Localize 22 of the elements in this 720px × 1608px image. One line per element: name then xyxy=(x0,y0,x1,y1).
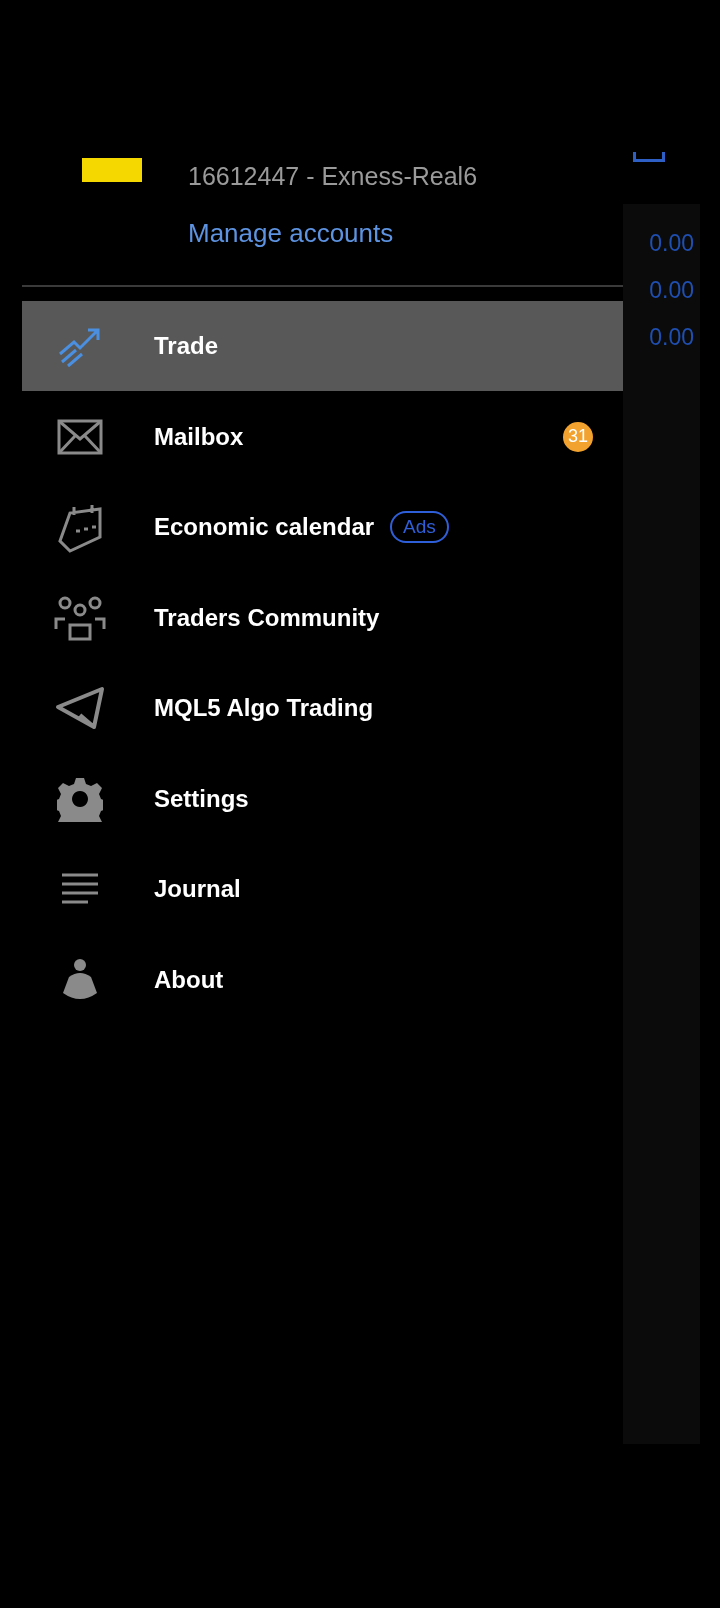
account-label: 16612447 - Exness-Real6 xyxy=(188,161,478,191)
toolbar-icon xyxy=(633,152,665,162)
balance-value: 0.00 xyxy=(649,229,695,258)
menu-item[interactable]: MQL5 Algo Trading xyxy=(22,663,623,753)
balance-value: 0.00 xyxy=(649,323,695,352)
menu-item[interactable]: About xyxy=(22,934,623,1025)
paper-plane-icon xyxy=(54,685,106,731)
count-badge: 31 xyxy=(563,421,593,452)
menu-item[interactable]: Trade xyxy=(22,301,623,391)
menu-item[interactable]: Journal xyxy=(22,844,623,934)
flag-icon xyxy=(82,158,142,182)
ads-tag: Ads xyxy=(390,511,449,543)
balance-value: 0.00 xyxy=(649,276,695,305)
menu-item[interactable]: Settings xyxy=(22,753,623,844)
people-icon xyxy=(53,594,107,641)
settings-icon xyxy=(57,775,103,822)
menu-item[interactable]: Economic calendar Ads xyxy=(22,482,623,572)
lines-icon xyxy=(60,872,100,906)
manage-accounts-link[interactable]: Manage accounts xyxy=(188,218,394,249)
menu-item[interactable]: Mailbox 31 xyxy=(22,391,623,482)
menu-item[interactable]: Traders Community xyxy=(22,572,623,663)
envelope-icon xyxy=(57,418,103,455)
